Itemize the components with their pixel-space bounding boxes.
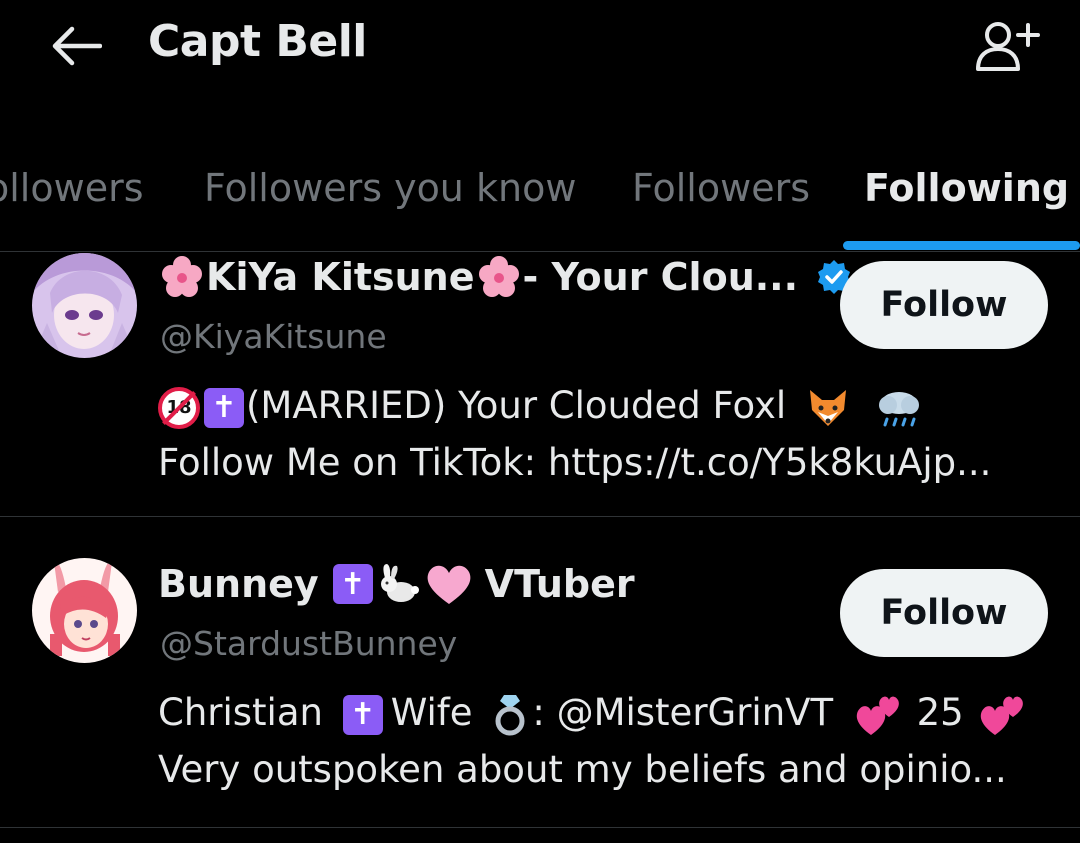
user-bio: 18 ✝ (MARRIED) Your Clouded Foxl Follow Me… — [158, 377, 1058, 491]
tab-followers-you-know[interactable]: Followers you know — [204, 166, 576, 210]
display-name-text: Bunney — [158, 562, 319, 606]
add-user-button[interactable] — [972, 18, 1042, 74]
display-name-suffix: VTuber — [484, 562, 635, 606]
avatar[interactable] — [32, 253, 137, 358]
fox-face-icon — [809, 389, 846, 426]
tab-followers[interactable]: Followers — [632, 166, 810, 210]
no-under-18-icon: 18 — [158, 386, 200, 429]
tab-bar: ollowers Followers you know Followers Fo… — [0, 148, 1080, 252]
bio-line: 18 ✝ (MARRIED) Your Clouded Foxl — [158, 377, 1058, 434]
top-bar: Capt Bell — [0, 0, 1080, 120]
user-list-item[interactable]: KiYa Kitsune - Your Clou... @KiyaKitsune… — [0, 253, 1080, 517]
user-list-item[interactable]: Bunney ✝ VTuber @StardustBunney Christia… — [0, 518, 1080, 828]
rabbit-icon — [380, 564, 419, 602]
cherry-blossom-icon — [162, 256, 202, 297]
user-bio: Christian ✝ Wife : @MisterGrinVT 25 Very … — [158, 684, 1058, 798]
arrow-left-icon — [52, 26, 102, 66]
cloud-rain-icon — [878, 391, 919, 426]
user-handle[interactable]: @StardustBunney — [160, 624, 457, 663]
follow-button[interactable]: Follow — [840, 261, 1048, 349]
bio-text: : @MisterGrinVT — [532, 691, 834, 734]
cherry-blossom-icon — [478, 256, 519, 297]
display-name[interactable]: Bunney ✝ VTuber — [158, 562, 635, 606]
page-title: Capt Bell — [148, 16, 367, 67]
active-tab-indicator — [843, 241, 1080, 250]
tab-following[interactable]: Following — [864, 166, 1069, 210]
two-hearts-icon — [981, 696, 1024, 735]
follow-button[interactable]: Follow — [840, 569, 1048, 657]
bio-text: (MARRIED) Your Clouded Foxl — [246, 384, 787, 427]
tab-verified-followers[interactable]: ollowers — [0, 166, 144, 210]
display-name[interactable]: KiYa Kitsune - Your Clou... — [158, 255, 852, 299]
back-button[interactable] — [48, 18, 104, 74]
bio-text: 25 — [916, 691, 964, 734]
latin-cross-icon: ✝ — [342, 694, 383, 735]
bio-text: Christian — [158, 691, 323, 734]
bio-line: Very outspoken about my beliefs and opin… — [158, 748, 1007, 791]
display-name-suffix: - Your Clou... — [522, 255, 799, 299]
display-name-text: KiYa Kitsune — [206, 255, 475, 299]
add-user-icon — [976, 22, 1040, 71]
latin-cross-icon: ✝ — [204, 387, 244, 428]
avatar[interactable] — [32, 558, 137, 663]
bio-line: Follow Me on TikTok: https://t.co/Y5k8ku… — [158, 441, 992, 484]
user-handle[interactable]: @KiyaKitsune — [160, 317, 387, 356]
ring-icon — [495, 694, 525, 735]
bio-text: Wife — [390, 691, 473, 734]
latin-cross-icon: ✝ — [332, 564, 373, 604]
two-hearts-icon — [856, 696, 899, 735]
bio-line: Christian ✝ Wife : @MisterGrinVT 25 — [158, 684, 1058, 741]
pink-heart-icon — [427, 565, 471, 604]
